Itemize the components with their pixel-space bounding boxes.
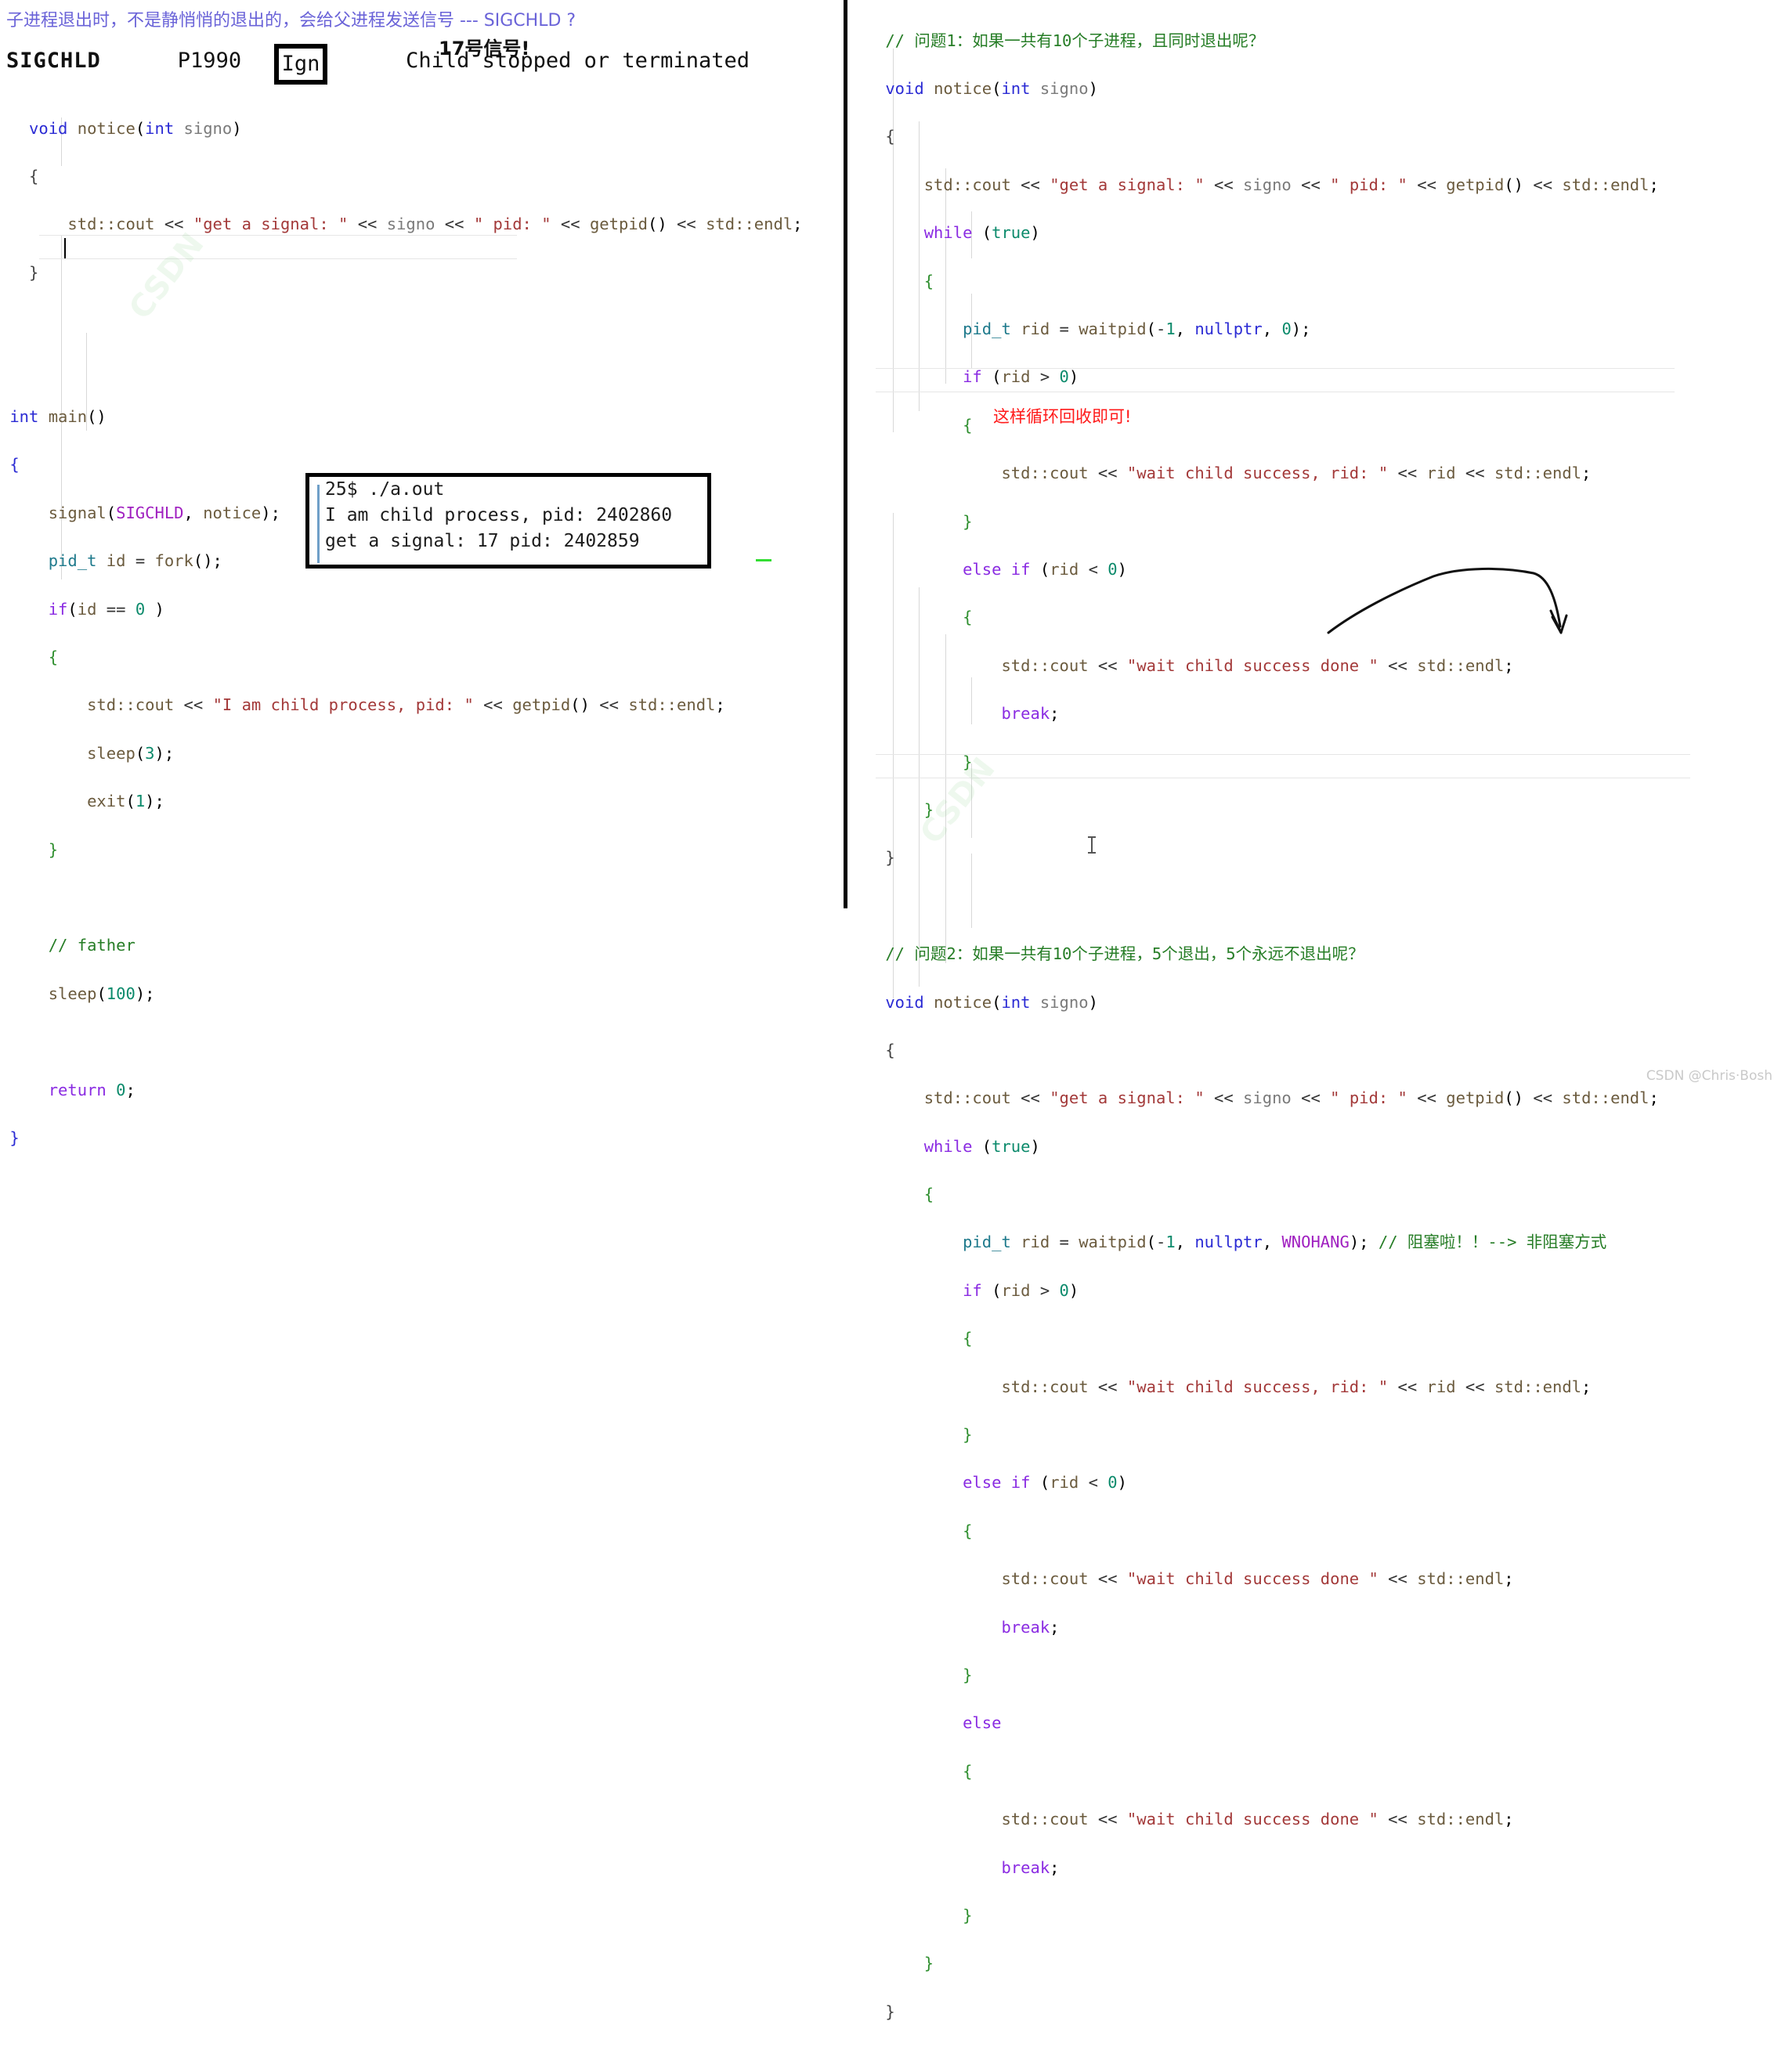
terminal-line-3: get a signal: 17 pid: 2402859: [325, 531, 640, 551]
code-line: std::cout << "get a signal: " << signo <…: [67, 215, 803, 234]
signal-name: SIGCHLD: [6, 49, 101, 73]
green-dash-marker: [756, 559, 771, 561]
terminal-output-box: 25$ ./a.out I am child process, pid: 240…: [305, 473, 711, 569]
code-line: std::cout << "wait child success done " …: [1001, 1569, 1514, 1589]
code-line: {: [885, 127, 895, 146]
code-line: }: [885, 2002, 895, 2021]
terminal-left-bar: [317, 485, 320, 563]
code-line: {: [29, 167, 39, 186]
code-line: std::cout << "wait child success, rid: "…: [1001, 464, 1592, 483]
code-line: }: [963, 1425, 973, 1445]
terminal-line-2: I am child process, pid: 2402860: [325, 505, 673, 525]
code-line: if(id == 0 ): [48, 599, 164, 619]
code-line: sleep(100);: [48, 984, 155, 1003]
code-comment-question2: // 问题2：如果一共有10个子进程，5个退出，5个永远不退出呢？: [885, 944, 1364, 964]
code-line: }: [963, 511, 973, 531]
code-line: {: [885, 1040, 895, 1059]
code-line: while (true): [923, 223, 1040, 243]
code-line: {: [963, 1761, 973, 1781]
code-line: }: [29, 262, 39, 282]
code-line: {: [923, 1185, 934, 1204]
code-line: std::cout << "I am child process, pid: "…: [87, 695, 725, 715]
code-line: }: [963, 1905, 973, 1925]
header-note: 子进程退出时，不是静悄悄的退出的，会给父进程发送信号 --- SIGCHLD ?: [6, 11, 576, 31]
code-line: }: [923, 800, 934, 819]
code-line: {: [963, 1329, 973, 1348]
signal-table-row: SIGCHLD P1990 Child stopped or terminated: [6, 49, 750, 73]
code-line: }: [963, 1665, 973, 1684]
code-line: }: [48, 839, 59, 859]
code-line: void notice(int signo): [29, 118, 242, 138]
right-code-block[interactable]: // 问题1：如果一共有10个子进程，且同时退出呢？ void notice(i…: [876, 5, 1659, 2072]
code-line: void notice(int signo): [885, 992, 1098, 1012]
code-line: else if (rid < 0): [963, 1473, 1127, 1493]
panel-divider: [844, 0, 847, 908]
code-line: // father: [48, 936, 136, 955]
code-line: else: [963, 1713, 1002, 1733]
code-line-wnohang: pid_t rid = waitpid(-1, nullptr, WNOHANG…: [963, 1233, 1607, 1252]
code-line: break;: [1001, 1617, 1060, 1637]
code-line: }: [963, 752, 973, 771]
code-line: if (rid > 0): [963, 1280, 1079, 1300]
code-line: pid_t rid = waitpid(-1, nullptr, 0);: [963, 319, 1311, 339]
code-line: void notice(int signo): [885, 79, 1098, 99]
code-line: std::cout << "wait child success done " …: [1001, 1810, 1514, 1829]
code-line: sleep(3);: [87, 743, 175, 763]
code-line: exit(1);: [87, 792, 164, 811]
code-comment-question1: // 问题1：如果一共有10个子进程，且同时退出呢？: [885, 31, 1265, 50]
left-code-block[interactable]: void notice(int signo) { std::cout << "g…: [0, 92, 803, 1198]
code-line: }: [885, 848, 895, 868]
signal-default-action-box: Ign: [274, 44, 327, 85]
code-line: if (rid > 0): [963, 367, 1079, 387]
code-line: std::cout << "get a signal: " << signo <…: [923, 175, 1659, 194]
signal-default-action: Ign: [281, 52, 320, 76]
code-line: break;: [1001, 1857, 1060, 1877]
red-annotation: 这样循环回收即可!: [993, 407, 1132, 426]
csdn-watermark: CSDN @Chris·Bosh: [1646, 1068, 1772, 1084]
code-line: std::cout << "wait child success, rid: "…: [1001, 1377, 1592, 1396]
code-line: {: [923, 271, 934, 291]
left-panel: 子进程退出时，不是静悄悄的退出的，会给父进程发送信号 --- SIGCHLD ?…: [0, 0, 850, 1147]
text-ibeam-cursor: [1088, 836, 1096, 854]
terminal-line-1: 25$ ./a.out: [325, 479, 445, 500]
handdrawn-arrow-annotation: [1327, 567, 1568, 634]
signal-description: Child stopped or terminated: [406, 49, 750, 73]
code-line: std::cout << "wait child success done " …: [1001, 655, 1514, 675]
code-line: {: [48, 648, 59, 666]
code-line: }: [923, 1954, 934, 1973]
code-line: }: [9, 1128, 20, 1147]
signal-posix-number: P1990: [177, 49, 242, 73]
code-line: break;: [1001, 704, 1060, 724]
code-line: while (true): [923, 1136, 1040, 1156]
code-line: {: [963, 1521, 973, 1540]
code-line: int main(): [9, 407, 107, 427]
